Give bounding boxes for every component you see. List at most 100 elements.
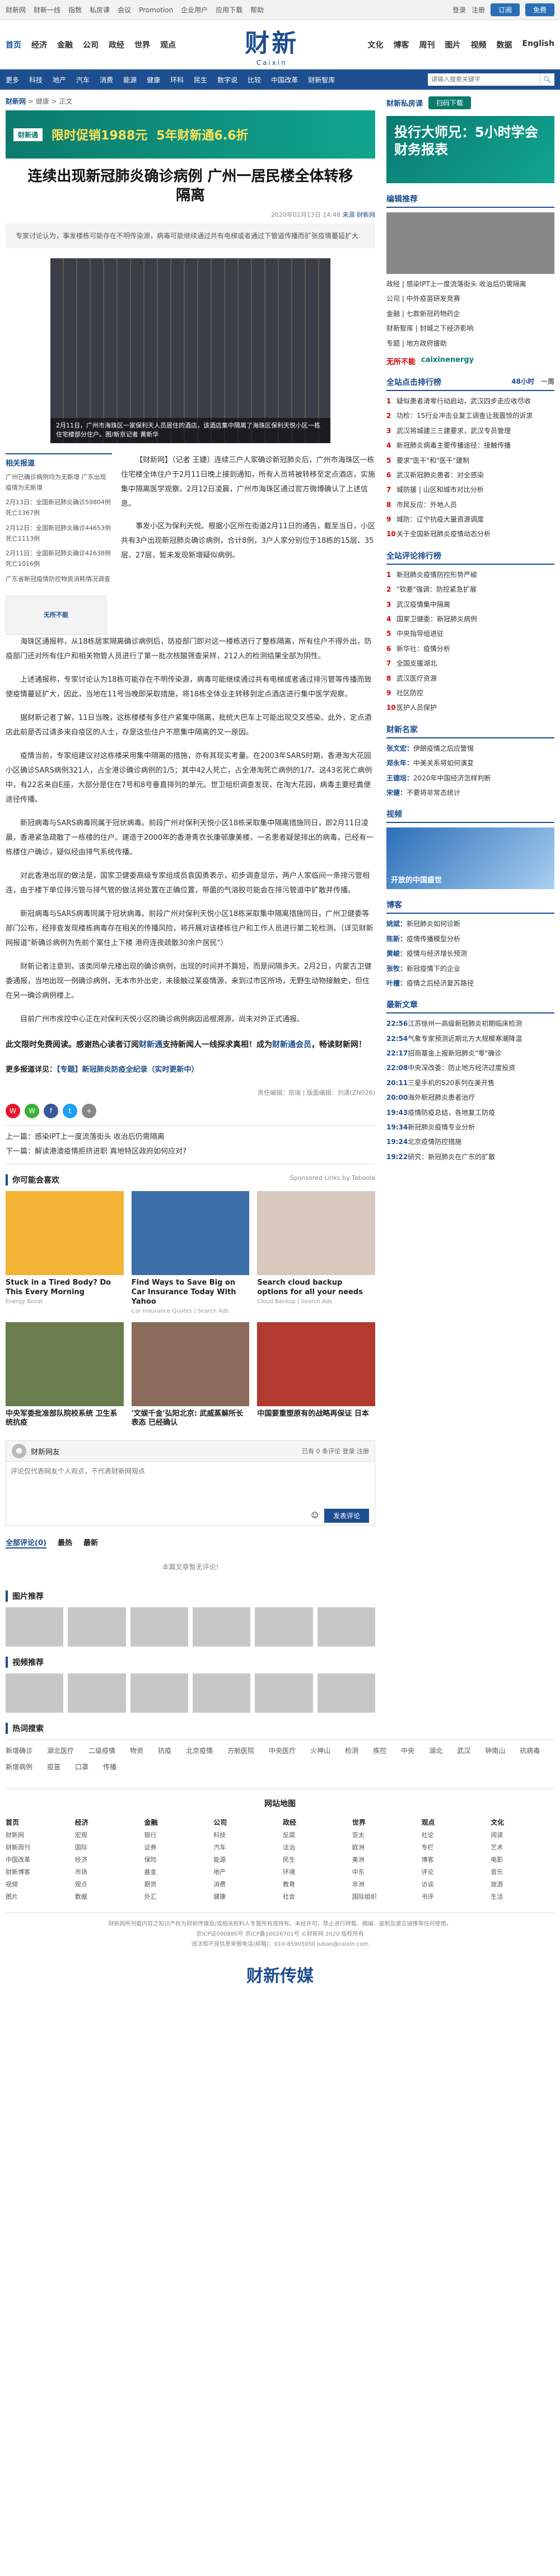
related-item[interactable]: 广州已确诊病例均为无新增 广东出现疫情为无新增 (6, 472, 112, 493)
video-thumb[interactable] (317, 1673, 375, 1713)
nav-item[interactable]: 文化 (368, 39, 384, 50)
sitemap-link[interactable]: 健康 (213, 1891, 277, 1903)
sitemap-link[interactable]: 视频 (6, 1878, 69, 1891)
login-link[interactable]: 登录 (452, 5, 466, 15)
top-link[interactable]: 财新网 (6, 6, 26, 14)
subnav-item[interactable]: 中国改革 (271, 75, 298, 85)
sitemap-link[interactable]: 评论 (422, 1866, 486, 1878)
pic-thumb[interactable] (130, 1607, 188, 1647)
notice-link-caixintong[interactable]: 财新通 (139, 1040, 162, 1049)
hot-item[interactable]: 4 新冠肺炎病毒主要传播途径：接触传播 (386, 440, 554, 451)
pic-thumb[interactable] (317, 1607, 375, 1647)
nav-item[interactable]: 金融 (57, 39, 73, 50)
sitemap-link[interactable]: 宏观 (75, 1829, 139, 1842)
people-item[interactable]: 郑永年：中美关系将如何演变 (386, 757, 554, 769)
top-link[interactable]: 财新一线 (34, 6, 60, 14)
subnav-item[interactable]: 更多 (6, 75, 19, 85)
sitemap-link[interactable]: 音乐 (491, 1866, 554, 1878)
recommend-card[interactable]: 中央军委批准部队院校系统 卫生系统抗疫 (6, 1322, 124, 1430)
sitemap-link[interactable]: 电影 (491, 1854, 554, 1866)
nav-item[interactable]: 公司 (83, 39, 99, 50)
sitemap-link[interactable]: 国际 (75, 1842, 139, 1854)
comment-rank-item[interactable]: 8 武汉医疗资源 (386, 673, 554, 684)
latest-item[interactable]: 22:54气象专家预测近期北方大规模寒潮降温 (386, 1033, 554, 1044)
sitemap-col-head[interactable]: 首页 (6, 1816, 69, 1829)
sitemap-link[interactable]: 地产 (213, 1866, 277, 1878)
people-item[interactable]: 王德培：2020年中国经济怎样判断 (386, 773, 554, 784)
weibo-icon[interactable]: W (6, 1103, 20, 1118)
hot-word[interactable]: 物资 (130, 1746, 143, 1755)
subnav-item[interactable]: 民生 (194, 75, 207, 85)
editor-photo[interactable] (386, 212, 554, 274)
comment-rank-item[interactable]: 1 新冠肺炎疫情防控形势严峻 (386, 569, 554, 580)
latest-item[interactable]: 19:43疫情防疫总结，各地复工防疫 (386, 1107, 554, 1118)
sitemap-link[interactable]: 财新周刊 (6, 1842, 69, 1854)
next-article[interactable]: 下一篇：解读港澳疫情拒挤进职 真地特区政府如何应对? (6, 1145, 375, 1159)
latest-item[interactable]: 20:11三星手机的S20系列在美开售 (386, 1077, 554, 1089)
hot-item[interactable]: 8 市民反应：外地人员 (386, 499, 554, 510)
sitemap-link[interactable]: 艺术 (491, 1842, 554, 1854)
hot-item[interactable]: 3 武汉将城建三三建要求，武汉专员管理 (386, 425, 554, 436)
latest-item[interactable]: 22:08中央深改委：防止地方经济过度投资 (386, 1062, 554, 1073)
hot-item[interactable]: 6 武汉新冠肺炎患者：对全感染 (386, 469, 554, 481)
nav-item[interactable]: 经济 (31, 39, 47, 50)
pic-thumb[interactable] (68, 1607, 126, 1647)
breadcrumb-site[interactable]: 财新网 (6, 97, 26, 105)
subnav-item[interactable]: 汽车 (76, 75, 90, 85)
nav-item[interactable]: 世界 (134, 39, 150, 50)
free-button[interactable]: 免费 (525, 3, 554, 16)
sitemap-link[interactable]: 非洲 (352, 1878, 416, 1891)
video-thumb[interactable] (255, 1673, 313, 1713)
comment-rank-item[interactable]: 5 中央指导组进驻 (386, 628, 554, 639)
latest-item[interactable]: 19:24北京疫情防控措施 (386, 1136, 554, 1147)
latest-item[interactable]: 20:00海外新冠肺炎患者治疗 (386, 1092, 554, 1103)
sitemap-link[interactable]: 经济 (75, 1854, 139, 1866)
subnav-item[interactable]: 能源 (123, 75, 137, 85)
nav-item[interactable]: 视频 (471, 39, 487, 50)
search-icon[interactable]: 🔍︎ (540, 73, 554, 86)
share-icon[interactable]: + (82, 1103, 96, 1118)
sitemap-col-head[interactable]: 文化 (491, 1816, 554, 1829)
sponsor-label[interactable]: Sponsored Links by Taboola (290, 1174, 375, 1185)
related-item[interactable]: 2月11日：全国新冠肺炎确诊42638例 死亡1016例 (6, 548, 112, 569)
sitemap-link[interactable]: 国际组织 (352, 1891, 416, 1903)
subnav-item[interactable]: 数字说 (217, 75, 237, 85)
sitemap-link[interactable]: 社会 (283, 1891, 347, 1903)
pic-thumb[interactable] (6, 1607, 64, 1647)
hot-word[interactable]: 北京疫情 (186, 1746, 213, 1755)
sitemap-col-head[interactable]: 经济 (75, 1816, 139, 1829)
sitemap-link[interactable]: 期货 (144, 1878, 208, 1891)
sitemap-link[interactable]: 银行 (144, 1829, 208, 1842)
subnav-item[interactable]: 科技 (29, 75, 43, 85)
subnav-item[interactable]: 地产 (53, 75, 66, 85)
editor-item[interactable]: 专题 | 地方政府援助 (386, 338, 554, 349)
search-input[interactable] (428, 73, 540, 86)
comment-input[interactable] (6, 1461, 375, 1506)
sitemap-col-head[interactable]: 公司 (213, 1816, 277, 1829)
top-link[interactable]: 帮助 (250, 6, 264, 14)
sitemap-link[interactable]: 保险 (144, 1854, 208, 1866)
people-item[interactable]: 张文宏：伊朗疫情之后应警惕 (386, 743, 554, 754)
top-link[interactable]: 应用下载 (216, 6, 242, 14)
tab-new[interactable]: 最新 (83, 1537, 98, 1549)
hot-word[interactable]: 新增确诊 (6, 1746, 32, 1755)
hot-word[interactable]: 抗疫 (158, 1746, 171, 1755)
hot-word[interactable]: 火神山 (310, 1746, 330, 1755)
recommend-card[interactable]: 中国要重塑原有的战略再保证 日本 (257, 1322, 375, 1430)
video-thumb[interactable] (68, 1673, 126, 1713)
latest-item[interactable]: 19:34新冠肺炎疫情专业分析 (386, 1122, 554, 1133)
facebook-icon[interactable]: f (44, 1103, 58, 1118)
editor-item[interactable]: 金融 | 七款新冠药物药企 (386, 308, 554, 319)
blog-item[interactable]: 黄峻：疫情与经济增长预测 (386, 948, 554, 959)
top-link[interactable]: 私房课 (90, 6, 110, 14)
video-box[interactable]: 开放的中国盛世 (386, 827, 554, 890)
subnav-item[interactable]: 环科 (170, 75, 184, 85)
sitemap-link[interactable]: 书评 (422, 1891, 486, 1903)
sitemap-link[interactable]: 图片 (6, 1891, 69, 1903)
hot-word[interactable]: 方舱医院 (227, 1746, 254, 1755)
hot-item[interactable]: 7 城防援 | 山区和城市对比分析 (386, 484, 554, 495)
nav-item[interactable]: 首页 (6, 39, 21, 50)
hot-word[interactable]: 湖北 (429, 1746, 442, 1755)
nav-item[interactable]: 观点 (160, 39, 176, 50)
hot-word[interactable]: 疾控 (373, 1746, 386, 1755)
